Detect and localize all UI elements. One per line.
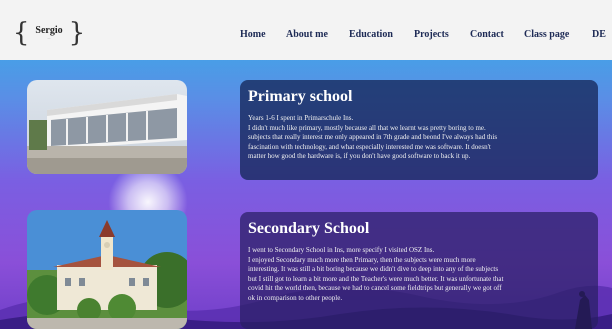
primary-line-3: subjects that really interest me only ap… bbox=[248, 133, 498, 142]
secondary-line-5: covid hit the world then, because we had… bbox=[248, 284, 502, 293]
primary-school-card: Primary school Years 1-6 I spent in Prim… bbox=[240, 80, 598, 180]
secondary-school-photo bbox=[27, 210, 187, 329]
nav-home[interactable]: Home bbox=[240, 29, 266, 40]
site-logo[interactable]: { Sergio — } bbox=[13, 16, 85, 50]
secondary-line-6: ok in comparison to other people. bbox=[248, 293, 343, 302]
secondary-line-1: I went to Secondary School in Ins, more … bbox=[248, 246, 435, 254]
primary-school-text: Years 1-6 I spent in Primarschule Ins. I… bbox=[248, 114, 590, 162]
logo-left-brace: { bbox=[12, 18, 30, 48]
logo-right-brace: } bbox=[68, 18, 86, 48]
logo-text: Sergio — bbox=[35, 24, 63, 40]
primary-school-title: Primary school bbox=[248, 88, 353, 105]
primary-line-2: I didn't much like primary, mostly becau… bbox=[248, 123, 486, 132]
primary-line-1: Years 1-6 I spent in Primarschule Ins. bbox=[248, 114, 354, 122]
primary-school-photo bbox=[27, 80, 187, 174]
secondary-line-2: I enjoyed Secondary much more then Prima… bbox=[248, 255, 476, 264]
nav-projects[interactable]: Projects bbox=[414, 29, 449, 40]
nav-language-de[interactable]: DE bbox=[592, 29, 606, 40]
primary-line-4: fascination with technology, and what es… bbox=[248, 142, 491, 151]
secondary-line-4: but I still got to learn a bit more and … bbox=[248, 274, 504, 283]
logo-subtext: — bbox=[47, 35, 51, 40]
secondary-school-card: Secondary School I went to Secondary Sch… bbox=[240, 212, 598, 329]
secondary-school-text: I went to Secondary School in Ins, more … bbox=[248, 246, 590, 304]
site-header: { Sergio — } Home About me Education Proj… bbox=[0, 0, 612, 60]
nav-about-me[interactable]: About me bbox=[286, 29, 328, 40]
nav-education[interactable]: Education bbox=[349, 29, 393, 40]
nav-class-page[interactable]: Class page bbox=[524, 29, 569, 40]
secondary-line-3: interesting. It was still a bit boring b… bbox=[248, 265, 499, 274]
nav-contact[interactable]: Contact bbox=[470, 29, 504, 40]
secondary-school-title: Secondary School bbox=[248, 220, 370, 237]
primary-line-5: matter how good the hardware is, if you … bbox=[248, 152, 471, 161]
